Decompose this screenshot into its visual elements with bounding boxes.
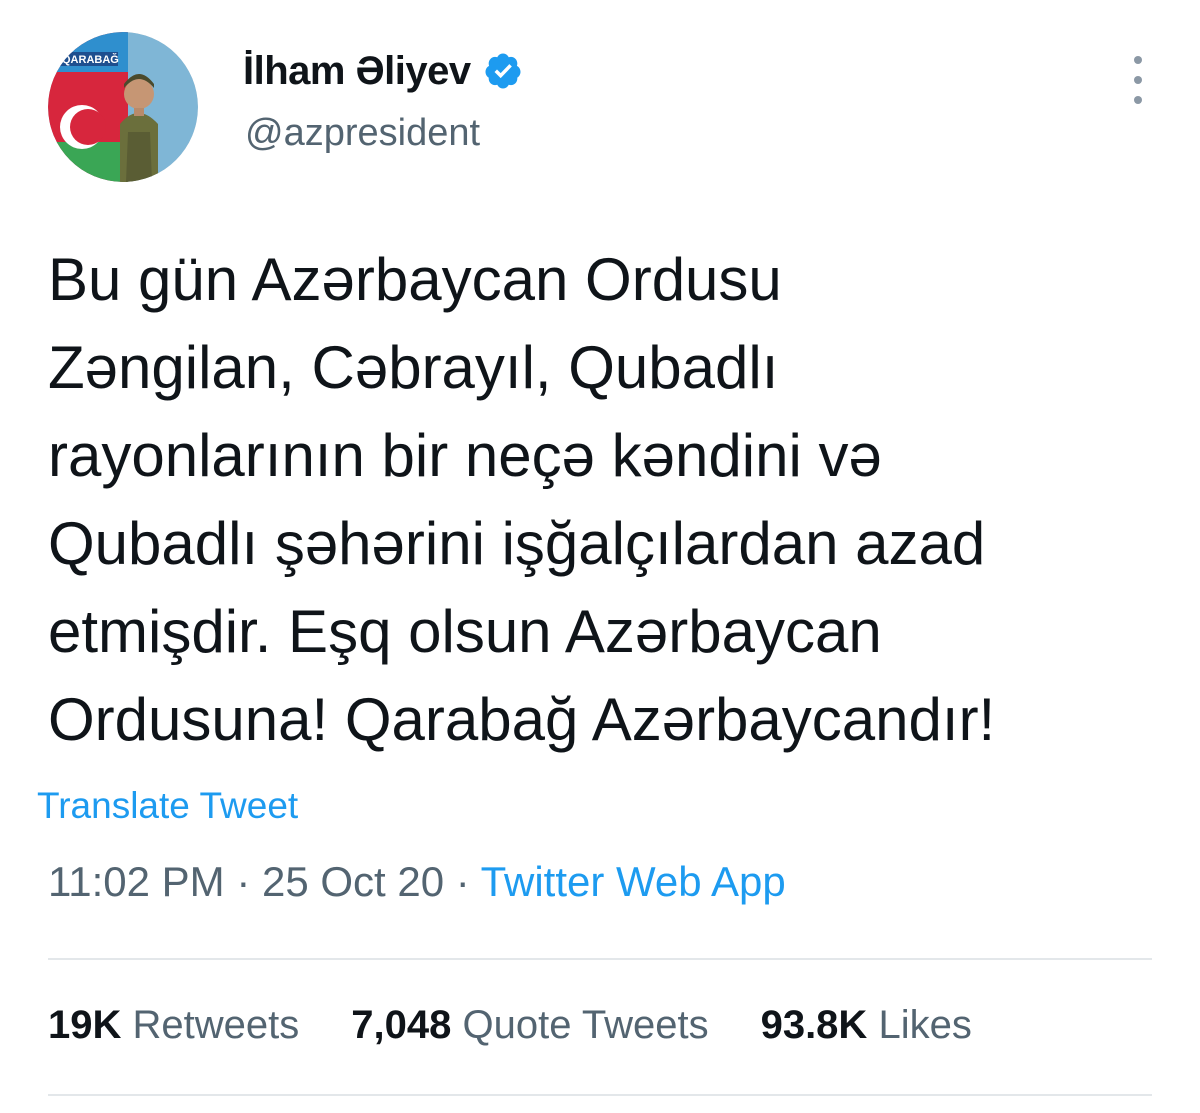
divider — [48, 1094, 1152, 1096]
tweet-text-line: Ordusuna! Qarabağ Azərbaycandır! — [48, 686, 996, 753]
author-display-name[interactable]: İlham Əliyev — [243, 49, 471, 94]
tweet-text-line: rayonlarının bir neçə kəndini və — [48, 422, 882, 489]
author-name-row[interactable]: İlham Əliyev — [243, 48, 523, 94]
divider — [48, 958, 1152, 960]
retweets-stat[interactable]: 19K Retweets — [48, 1003, 299, 1048]
tweet-text-line: Qubadlı şəhərini işğalçılardan azad — [48, 510, 986, 577]
meta-separator: · — [444, 858, 481, 905]
tweet-text-line: Zəngilan, Cəbrayıl, Qubadlı — [48, 334, 779, 401]
quote-tweets-label: Quote Tweets — [462, 1003, 709, 1047]
more-dot — [1134, 76, 1142, 84]
translate-tweet-link[interactable]: Translate Tweet — [37, 785, 298, 827]
tweet-date[interactable]: 25 Oct 20 — [262, 858, 444, 905]
avatar-image: QARABAĞ — [48, 32, 198, 182]
retweets-label: Retweets — [132, 1003, 300, 1047]
tweet-stats: 19K Retweets 7,048 Quote Tweets 93.8K Li… — [48, 1003, 972, 1048]
tweet-source-link[interactable]: Twitter Web App — [481, 858, 786, 905]
more-dot — [1134, 56, 1142, 64]
tweet-time[interactable]: 11:02 PM — [48, 858, 225, 905]
avatar-banner-text: QARABAĞ — [62, 53, 119, 66]
quote-tweets-stat[interactable]: 7,048 Quote Tweets — [351, 1003, 708, 1048]
likes-count: 93.8K — [760, 1003, 868, 1047]
likes-label: Likes — [878, 1003, 972, 1047]
tweet-meta: 11:02 PM · 25 Oct 20 · Twitter Web App — [48, 858, 786, 906]
tweet-text-line: Bu gün Azərbaycan Ordusu — [48, 246, 782, 313]
avatar[interactable]: QARABAĞ — [48, 32, 198, 182]
tweet-text-line: etmişdir. Eşq olsun Azərbaycan — [48, 598, 882, 665]
verified-badge-icon — [485, 53, 521, 89]
meta-separator: · — [224, 858, 262, 905]
more-dot — [1134, 96, 1142, 104]
likes-stat[interactable]: 93.8K Likes — [761, 1003, 972, 1048]
retweets-count: 19K — [48, 1003, 122, 1047]
more-options-icon[interactable] — [1120, 56, 1156, 104]
tweet-text: Bu gün Azərbaycan Ordusu Zəngilan, Cəbra… — [48, 236, 1158, 764]
author-handle[interactable]: @azpresident — [245, 112, 480, 155]
quote-tweets-count: 7,048 — [351, 1003, 452, 1047]
